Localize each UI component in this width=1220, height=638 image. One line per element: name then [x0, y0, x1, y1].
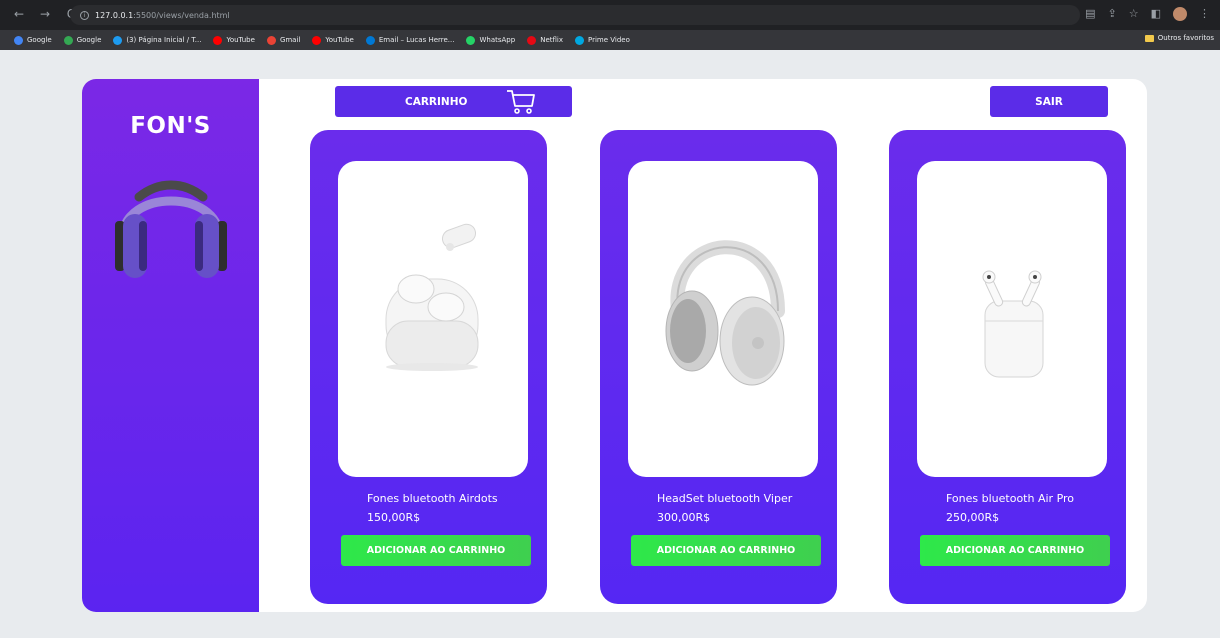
bookmark-favicon-icon	[365, 35, 375, 45]
airpods-icon	[982, 270, 1044, 378]
other-bookmarks-label: Outros favoritos	[1157, 34, 1214, 42]
bookmark-item[interactable]: Netflix	[527, 35, 563, 45]
bookmark-item[interactable]: WhatsApp	[466, 35, 516, 45]
bookmark-item[interactable]: YouTube	[312, 35, 354, 45]
product-name: HeadSet bluetooth Viper	[657, 492, 793, 505]
star-icon[interactable]: ☆	[1129, 7, 1139, 21]
product-card: Fones bluetooth Air Pro 250,00R$ ADICION…	[889, 130, 1126, 604]
bookmark-label: Gmail	[279, 36, 301, 44]
bookmark-favicon-icon	[213, 35, 223, 45]
bookmark-item[interactable]: Google	[63, 35, 102, 45]
bookmark-label: (3) Página Inicial / T...	[126, 36, 202, 44]
browser-nav: ← → C	[12, 7, 78, 21]
product-name: Fones bluetooth Airdots	[367, 492, 498, 505]
bookmark-item[interactable]: Prime Video	[575, 35, 630, 45]
add-to-cart-button[interactable]: ADICIONAR AO CARRINHO	[631, 535, 821, 566]
bookmark-favicon-icon	[466, 35, 476, 45]
address-bar[interactable]: i 127.0.0.1:5500/views/venda.html	[70, 5, 1080, 25]
menu-icon[interactable]: ⋮	[1199, 7, 1210, 21]
browser-actions: ▤ ⇪ ☆ ◧ ⋮	[1085, 7, 1210, 21]
product-price: 250,00R$	[946, 511, 1000, 524]
bookmark-item[interactable]: (3) Página Inicial / T...	[113, 35, 202, 45]
bookmark-item[interactable]: Google	[14, 35, 52, 45]
product-card: HeadSet bluetooth Viper 300,00R$ ADICION…	[600, 130, 837, 604]
share-icon[interactable]: ⇪	[1108, 7, 1117, 21]
bookmark-label: Google	[27, 36, 52, 44]
bookmark-favicon-icon	[312, 35, 322, 45]
product-name: Fones bluetooth Air Pro	[946, 492, 1075, 505]
sidepanel-icon[interactable]: ◧	[1151, 7, 1161, 21]
bookmark-label: Google	[76, 36, 102, 44]
back-icon[interactable]: ←	[12, 7, 26, 21]
bookmark-favicon-icon	[113, 35, 123, 45]
address-host: 127.0.0.1	[95, 10, 134, 20]
bookmark-favicon-icon	[575, 35, 584, 45]
browser-toolbar: ← → C i 127.0.0.1:5500/views/venda.html …	[0, 0, 1220, 30]
address-path: :5500/views/venda.html	[133, 10, 230, 20]
bookmark-favicon-icon	[266, 35, 276, 45]
bookmarks-bar: Google Google (3) Página Inicial / T... You…	[0, 30, 1220, 50]
sidebar: FON'S	[82, 79, 259, 612]
earbuds-case-icon	[385, 223, 479, 371]
add-to-cart-button[interactable]: ADICIONAR AO CARRINHO	[341, 535, 531, 566]
folder-icon	[1144, 34, 1154, 42]
bookmark-favicon-icon	[63, 35, 73, 45]
product-card: Fones bluetooth Airdots 150,00R$ ADICION…	[310, 130, 547, 604]
product-image	[628, 161, 818, 477]
headset-icon	[665, 240, 785, 386]
bookmark-label: WhatsApp	[479, 36, 516, 44]
bookmark-item[interactable]: Email – Lucas Herre...	[365, 35, 455, 45]
app-container: FON'S CARRINHO SAIR Fones bluetooth Aird…	[82, 79, 1147, 612]
add-to-cart-button[interactable]: ADICIONAR AO CARRINHO	[920, 535, 1110, 566]
bookmark-label: Netflix	[540, 36, 563, 44]
bookmark-item[interactable]: YouTube	[213, 35, 255, 45]
exit-button[interactable]: SAIR	[990, 86, 1108, 117]
bookmark-label: YouTube	[325, 36, 354, 44]
cart-icon	[507, 90, 535, 114]
product-price: 150,00R$	[367, 511, 421, 524]
bookmark-favicon-icon	[14, 35, 23, 45]
other-bookmarks[interactable]: Outros favoritos	[1144, 34, 1214, 42]
bookmark-label: YouTube	[226, 36, 255, 44]
forward-icon[interactable]: →	[38, 7, 52, 21]
product-price: 300,00R$	[657, 511, 711, 524]
profile-avatar[interactable]	[1173, 7, 1187, 21]
cart-button[interactable]: CARRINHO	[335, 86, 572, 117]
info-icon[interactable]: i	[80, 10, 89, 20]
bookmark-label: Prime Video	[588, 36, 630, 44]
headphones-logo-icon	[115, 180, 227, 278]
bookmark-item[interactable]: Gmail	[266, 35, 301, 45]
cart-button-label: CARRINHO	[405, 95, 468, 108]
bookmark-favicon-icon	[527, 35, 537, 45]
product-image	[917, 161, 1107, 477]
bookmark-label: Email – Lucas Herre...	[378, 36, 455, 44]
reader-icon[interactable]: ▤	[1085, 7, 1095, 21]
brand-title: FON'S	[130, 113, 211, 139]
product-image	[338, 161, 528, 477]
